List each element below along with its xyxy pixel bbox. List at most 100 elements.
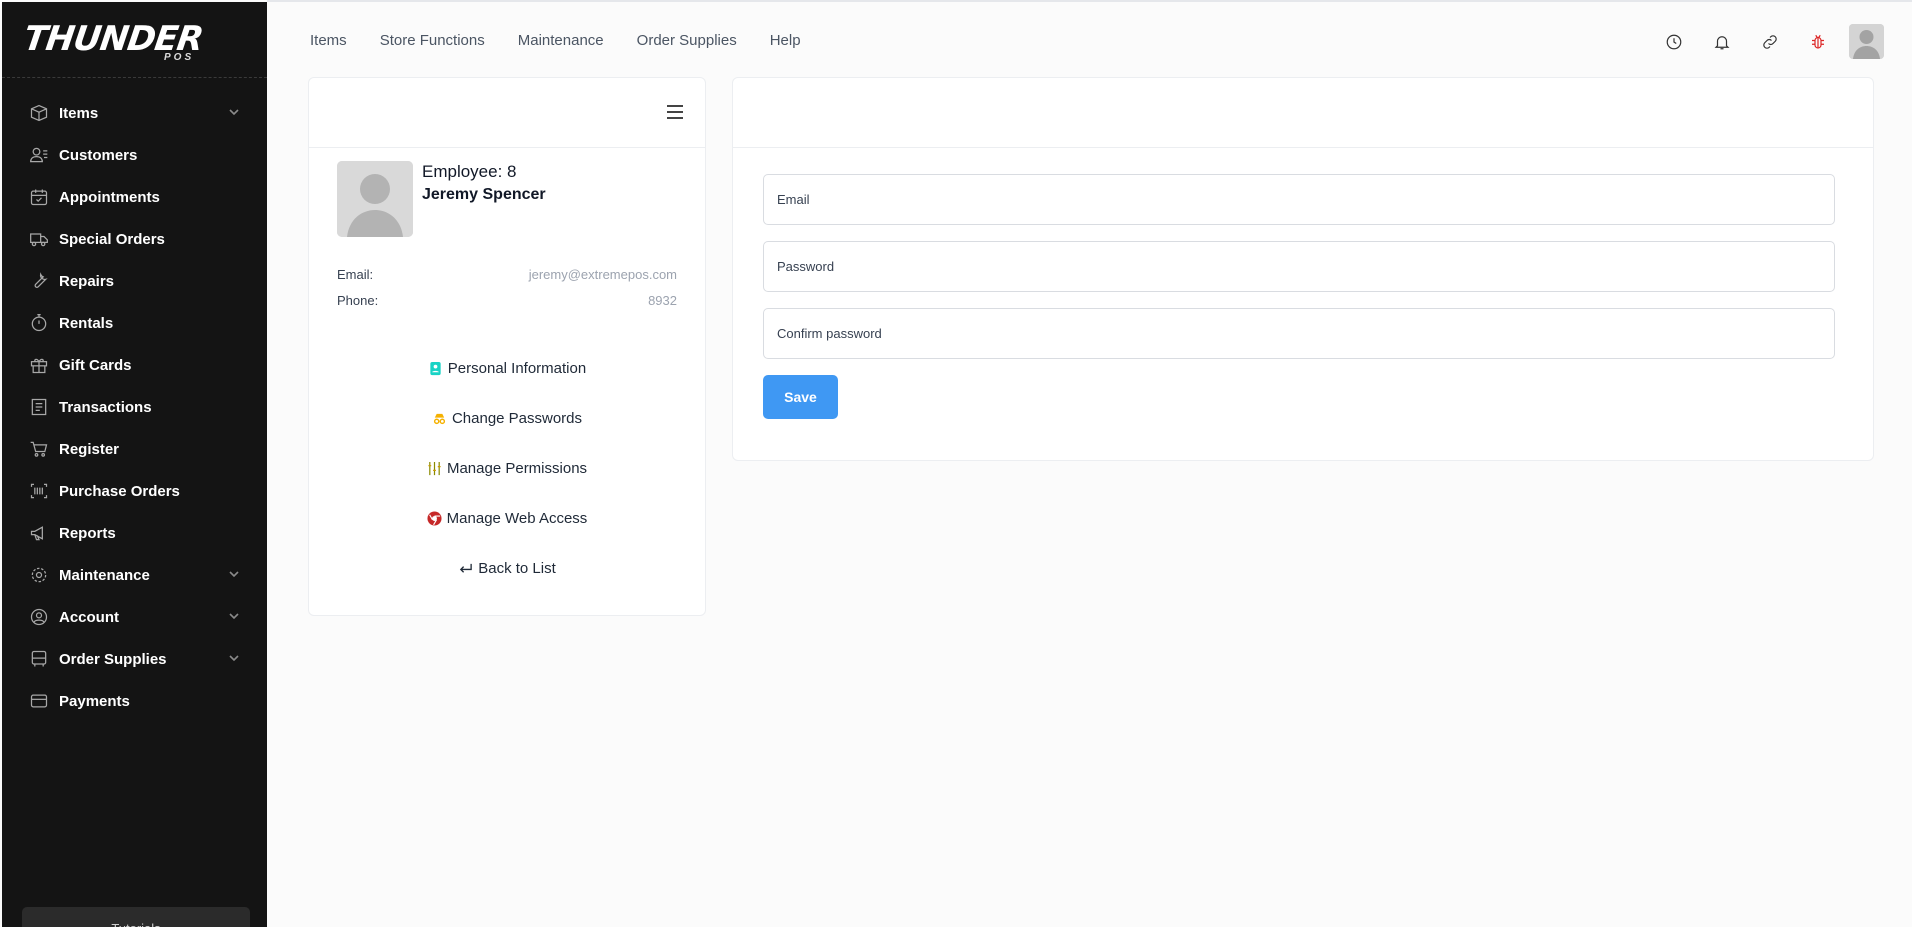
sidebar-item-order-supplies[interactable]: Order Supplies (2, 638, 267, 680)
megaphone-icon (28, 522, 50, 544)
sidebar-item-payments[interactable]: Payments (2, 680, 267, 722)
chevron-down-icon (229, 650, 239, 668)
cart-icon (28, 438, 50, 460)
phone-row: Phone: 8932 (337, 293, 677, 308)
top-nav: Items Store Functions Maintenance Order … (310, 32, 801, 49)
calendar-icon (28, 186, 50, 208)
box-icon (28, 102, 50, 124)
sidebar-item-label: Order Supplies (59, 650, 167, 668)
sidebar-item-maintenance[interactable]: Maintenance (2, 554, 267, 596)
personal-information-label: Personal Information (447, 360, 587, 377)
brand-logo[interactable]: THUNDER POS (2, 2, 267, 78)
sidebar-item-label: Payments (59, 692, 130, 710)
manage-permissions-label: Manage Permissions (446, 460, 588, 477)
sidebar-item-label: Items (59, 104, 99, 122)
link-icon[interactable] (1746, 25, 1794, 59)
clock-icon[interactable] (1650, 25, 1698, 59)
manage-permissions-link[interactable]: Manage Permissions (309, 460, 705, 477)
employee-title: Employee: 8 (422, 162, 517, 181)
manage-web-access-link[interactable]: Manage Web Access (309, 510, 705, 527)
email-row: Email: jeremy@extremepos.com (337, 267, 677, 282)
employee-photo (337, 161, 413, 237)
top-bar: Items Store Functions Maintenance Order … (267, 0, 1912, 76)
id-badge-icon (430, 361, 441, 376)
email-label: Email: (337, 267, 374, 282)
back-to-list-label: Back to List (478, 560, 556, 577)
topnav-maintenance[interactable]: Maintenance (518, 32, 604, 49)
gift-icon (28, 354, 50, 376)
user-avatar[interactable] (1849, 24, 1884, 59)
sidebar-item-label: Gift Cards (59, 356, 132, 374)
credit-card-icon (28, 690, 50, 712)
users-icon (28, 144, 50, 166)
chevron-down-icon (229, 104, 239, 122)
top-icons (1650, 24, 1884, 59)
manage-web-access-label: Manage Web Access (446, 510, 588, 527)
employee-card: Employee: 8 Jeremy Spencer Email: jeremy… (308, 77, 706, 616)
email-value: jeremy@extremepos.com (528, 267, 677, 282)
sidebar-item-special-orders[interactable]: Special Orders (2, 218, 267, 260)
sidebar-item-gift-cards[interactable]: Gift Cards (2, 344, 267, 386)
sidebar-item-items[interactable]: Items (2, 92, 267, 134)
change-passwords-label: Change Passwords (451, 410, 583, 427)
confirm-password-input[interactable] (763, 308, 1835, 359)
sidebar-item-label: Register (59, 440, 120, 458)
sidebar-item-label: Customers (59, 146, 138, 164)
browser-icon (427, 511, 442, 526)
sidebar-item-register[interactable]: Register (2, 428, 267, 470)
brand-name: THUNDER (21, 19, 206, 59)
phone-value: 8932 (648, 293, 677, 308)
save-button[interactable]: Save (763, 375, 838, 419)
phone-label: Phone: (337, 293, 379, 308)
sidebar-item-label: Maintenance (59, 566, 150, 584)
chevron-down-icon (229, 608, 239, 626)
topnav-items[interactable]: Items (310, 32, 347, 49)
employee-card-header (309, 78, 705, 148)
sidebar-item-rentals[interactable]: Rentals (2, 302, 267, 344)
sidebar-item-label: Special Orders (59, 230, 165, 248)
topnav-order-supplies[interactable]: Order Supplies (637, 32, 737, 49)
sidebar-item-customers[interactable]: Customers (2, 134, 267, 176)
stopwatch-icon (28, 312, 50, 334)
sidebar-item-account[interactable]: Account (2, 596, 267, 638)
topnav-help[interactable]: Help (770, 32, 801, 49)
sidebar-item-repairs[interactable]: Repairs (2, 260, 267, 302)
sidebar-nav: Items Customers Appointments Special Ord… (2, 78, 267, 722)
sidebar-item-label: Appointments (59, 188, 160, 206)
email-input[interactable] (763, 174, 1835, 225)
sidebar-item-label: Purchase Orders (59, 482, 180, 500)
spy-icon (433, 413, 446, 425)
sidebar-item-label: Reports (59, 524, 116, 542)
sidebar-item-label: Account (59, 608, 119, 626)
bug-icon[interactable] (1794, 25, 1842, 59)
menu-icon[interactable] (667, 105, 683, 119)
chevron-down-icon (229, 566, 239, 584)
sidebar-item-reports[interactable]: Reports (2, 512, 267, 554)
employee-name: Jeremy Spencer (422, 186, 546, 203)
user-circle-icon (28, 606, 50, 628)
sidebar-item-label: Rentals (59, 314, 114, 332)
sidebar-item-transactions[interactable]: Transactions (2, 386, 267, 428)
sidebar-item-appointments[interactable]: Appointments (2, 176, 267, 218)
personal-information-link[interactable]: Personal Information (309, 360, 705, 377)
receipt-icon (28, 396, 50, 418)
truck-icon (28, 228, 50, 250)
return-arrow-icon (460, 563, 472, 573)
gear-icon (28, 564, 50, 586)
bell-icon[interactable] (1698, 25, 1746, 59)
sliders-icon (428, 461, 441, 476)
wrench-icon (28, 270, 50, 292)
sidebar-item-label: Repairs (59, 272, 115, 290)
topnav-store-functions[interactable]: Store Functions (380, 32, 485, 49)
sidebar-item-purchase-orders[interactable]: Purchase Orders (2, 470, 267, 512)
sidebar-item-label: Transactions (59, 398, 152, 416)
tutorials-button[interactable]: Tutorials (22, 907, 250, 927)
change-password-card: Save (732, 77, 1874, 461)
barcode-icon (28, 480, 50, 502)
form-card-header (733, 78, 1873, 148)
change-passwords-link[interactable]: Change Passwords (309, 410, 705, 427)
back-to-list-link[interactable]: Back to List (309, 560, 705, 577)
password-input[interactable] (763, 241, 1835, 292)
bus-icon (28, 648, 50, 670)
sidebar: THUNDER POS Items Customers Appointments… (2, 2, 267, 927)
